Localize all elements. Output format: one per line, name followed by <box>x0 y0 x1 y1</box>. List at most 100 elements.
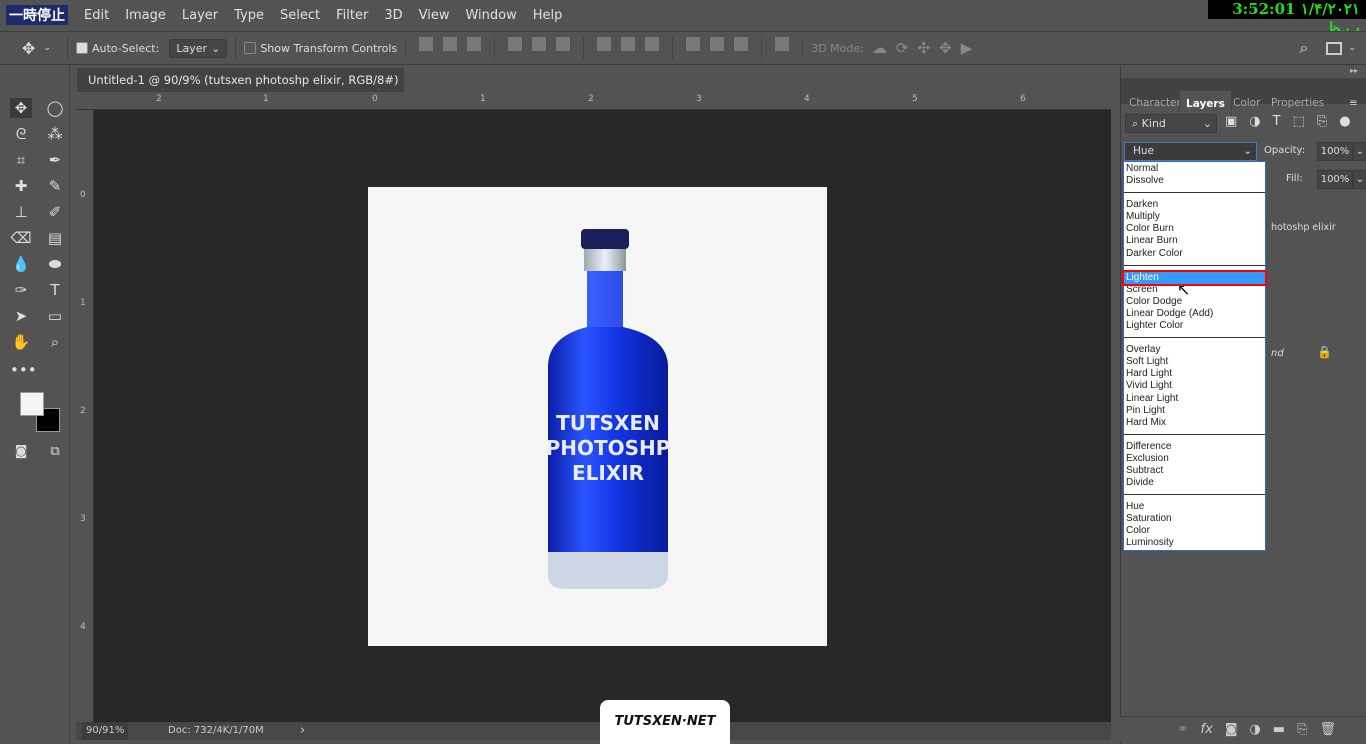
hand-tool-icon[interactable]: ✋ <box>10 332 32 352</box>
align-right-icon[interactable] <box>556 37 571 51</box>
blend-option-dissolve[interactable]: Dissolve <box>1124 175 1265 187</box>
blend-option-linear-dodge-add[interactable]: Linear Dodge (Add) <box>1124 308 1265 320</box>
blend-option-exclusion[interactable]: Exclusion <box>1124 453 1265 465</box>
align-left-icon[interactable] <box>508 37 523 51</box>
collapse-panel-icon[interactable]: ▸▸ <box>1350 66 1358 75</box>
blend-option-linear-burn[interactable]: Linear Burn <box>1124 235 1265 247</box>
blend-option-luminosity[interactable]: Luminosity <box>1124 537 1265 549</box>
fill-dropdown[interactable]: ⌄ <box>1353 170 1366 189</box>
adjustment-layer-icon[interactable]: ◑ <box>1249 722 1260 737</box>
document-tab[interactable]: Untitled-1 @ 90/9% (tutsxen photoshp eli… <box>77 68 404 111</box>
tab-character[interactable]: Character <box>1123 90 1187 116</box>
filter-kind-select[interactable]: ⌕ Kind ⌄ <box>1125 114 1217 133</box>
lasso-tool-icon[interactable]: ᘓ <box>10 124 32 144</box>
distribute-hcenter-icon[interactable] <box>710 37 725 51</box>
menu-select[interactable]: Select <box>272 8 328 23</box>
eyedropper-icon[interactable]: ✒ <box>44 150 66 170</box>
menu-filter[interactable]: Filter <box>328 8 376 23</box>
new-layer-icon[interactable]: ⎘ <box>1297 722 1307 737</box>
align-hcenter-icon[interactable] <box>532 37 547 51</box>
blend-option-color-dodge[interactable]: Color Dodge <box>1124 296 1265 308</box>
opacity-dropdown[interactable]: ⌄ <box>1353 142 1366 161</box>
trash-icon[interactable]: 🗑 <box>1319 722 1336 737</box>
tab-color[interactable]: Color <box>1227 90 1266 116</box>
align-vcenter-icon[interactable] <box>443 37 458 51</box>
stamp-tool-icon[interactable]: ⊥ <box>10 202 32 222</box>
blend-option-lighten[interactable]: Lighten <box>1122 269 1267 286</box>
healing-brush-icon[interactable]: ✚ <box>10 176 32 196</box>
path-select-icon[interactable]: ➤ <box>10 306 32 326</box>
pen-tool-icon[interactable]: ✑ <box>10 280 32 300</box>
search-icon[interactable]: ⌕ <box>1299 38 1308 58</box>
blend-option-darken[interactable]: Darken <box>1124 199 1265 211</box>
blend-option-hard-light[interactable]: Hard Light <box>1124 368 1265 380</box>
zoom-level[interactable]: 90/91% <box>82 722 129 740</box>
auto-select-checkbox[interactable] <box>75 42 88 54</box>
menu-image[interactable]: Image <box>117 8 174 23</box>
tab-layers[interactable]: Layers <box>1179 90 1232 116</box>
blend-option-color[interactable]: Color <box>1124 525 1265 537</box>
screen-mode-icon[interactable]: ⧉ <box>44 442 66 462</box>
eraser-tool-icon[interactable]: ⌫ <box>10 228 32 248</box>
add-mask-icon[interactable]: ◙ <box>1225 722 1238 737</box>
blur-tool-icon[interactable]: 💧 <box>10 254 32 274</box>
blend-option-overlay[interactable]: Overlay <box>1124 344 1265 356</box>
blend-option-saturation[interactable]: Saturation <box>1124 513 1265 525</box>
align-icons[interactable] <box>414 37 794 59</box>
distribute-top-icon[interactable] <box>597 37 612 51</box>
blend-option-hard-mix[interactable]: Hard Mix <box>1124 417 1265 429</box>
magic-wand-icon[interactable]: ⁂ <box>44 124 66 144</box>
link-layers-icon[interactable]: ⚭ <box>1178 722 1189 737</box>
distribute-left-icon[interactable] <box>686 37 701 51</box>
distribute-vcenter-icon[interactable] <box>621 37 636 51</box>
dodge-tool-icon[interactable]: ⬬ <box>44 254 66 274</box>
menu-help[interactable]: Help <box>525 8 571 23</box>
distribute-bottom-icon[interactable] <box>645 37 660 51</box>
workspace-icon[interactable] <box>1326 41 1343 55</box>
fx-icon[interactable]: fx <box>1201 722 1213 737</box>
type-tool-icon[interactable]: T <box>44 280 66 300</box>
menu-layer[interactable]: Layer <box>174 8 226 23</box>
rectangle-tool-icon[interactable]: ▭ <box>44 306 66 326</box>
menu-view[interactable]: View <box>411 8 458 23</box>
blend-option-hue[interactable]: Hue <box>1124 501 1265 513</box>
fill-input[interactable]: 100% <box>1317 170 1353 189</box>
chevron-down-icon[interactable]: ⌄ <box>1348 43 1356 53</box>
target-select[interactable]: Layer ⌄ <box>169 38 228 58</box>
blend-option-lighter-color[interactable]: Lighter Color <box>1124 320 1265 332</box>
more-tools-icon[interactable]: ••• <box>10 360 37 380</box>
blend-option-divide[interactable]: Divide <box>1124 477 1265 489</box>
3d-mode-icons[interactable]: ☁⟳✣✥▶ <box>872 39 981 57</box>
distribute-right-icon[interactable] <box>734 37 749 51</box>
gradient-tool-icon[interactable]: ▤ <box>44 228 66 248</box>
blend-option-subtract[interactable]: Subtract <box>1124 465 1265 477</box>
blend-option-multiply[interactable]: Multiply <box>1124 211 1265 223</box>
blend-option-difference[interactable]: Difference <box>1124 441 1265 453</box>
brush-tool-icon[interactable]: ✎ <box>44 176 66 196</box>
blend-option-linear-light[interactable]: Linear Light <box>1124 393 1265 405</box>
auto-align-icon[interactable] <box>775 37 790 51</box>
crop-tool-icon[interactable]: ⌗ <box>10 150 32 170</box>
panel-menu-icon[interactable]: ≡ <box>1343 90 1364 116</box>
menu-edit[interactable]: Edit <box>76 8 117 23</box>
move-tool-icon[interactable]: ✥ <box>10 98 32 118</box>
history-brush-icon[interactable]: ✐ <box>44 202 66 222</box>
blend-option-color-burn[interactable]: Color Burn <box>1124 223 1265 235</box>
blend-mode-dropdown[interactable]: Normal Dissolve Darken Multiply Color Burn Li… <box>1122 161 1267 551</box>
status-menu-arrow[interactable]: › <box>300 722 305 740</box>
filter-icons[interactable]: ▣◑T⬚⎘● <box>1225 114 1363 129</box>
blend-option-soft-light[interactable]: Soft Light <box>1124 356 1265 368</box>
blend-option-pin-light[interactable]: Pin Light <box>1124 405 1265 417</box>
blend-mode-select[interactable]: Hue ⌄ <box>1124 142 1257 161</box>
document-image[interactable]: TUTSXEN PHOTOSHP ELIXIR <box>368 187 827 646</box>
menu-window[interactable]: Window <box>457 8 524 23</box>
tab-properties[interactable]: Properties <box>1265 90 1330 116</box>
menu-type[interactable]: Type <box>226 8 272 23</box>
blend-option-vivid-light[interactable]: Vivid Light <box>1124 380 1265 392</box>
blend-option-normal[interactable]: Normal <box>1124 163 1265 175</box>
blend-option-screen[interactable]: Screen <box>1124 284 1265 296</box>
foreground-color-swatch[interactable] <box>20 392 44 416</box>
show-transform-checkbox[interactable] <box>244 42 257 54</box>
align-top-icon[interactable] <box>419 37 434 51</box>
new-group-icon[interactable]: ▬ <box>1273 722 1285 737</box>
